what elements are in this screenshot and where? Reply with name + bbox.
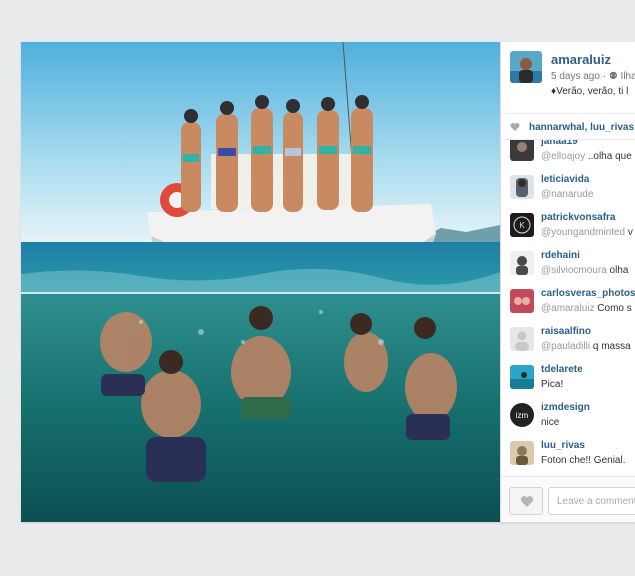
commenter-avatar[interactable]: [510, 365, 534, 389]
avatar-image: [510, 441, 534, 465]
commenter-avatar[interactable]: izm: [510, 403, 534, 427]
comment-item: luu_rivas Foton che!! Genial.: [501, 438, 635, 476]
comment-body: olha: [606, 265, 629, 276]
comment-text: @amaraluiz Como s: [541, 303, 632, 314]
comment-item: tdelarete Pica!: [501, 362, 635, 400]
comment-mention[interactable]: @elloajoy: [541, 151, 585, 162]
comment-input[interactable]: [548, 487, 635, 515]
comment-item: carlosveras_photos @amaraluiz Como s: [501, 286, 635, 324]
commenter-avatar[interactable]: [510, 140, 534, 161]
commenter-avatar[interactable]: [510, 251, 534, 275]
comment-mention[interactable]: @silviocmoura: [541, 265, 607, 276]
comment-item: leticiavida @nanarude: [501, 172, 635, 210]
commenter-username[interactable]: tdelarete: [541, 364, 583, 375]
comment-body: ..olha que: [585, 151, 632, 162]
commenter-username[interactable]: patrickvonsafra: [541, 212, 615, 223]
commenter-avatar[interactable]: [510, 441, 534, 465]
comment-text: Foton che!! Genial.: [541, 455, 626, 466]
likes-row: hannarwhal, luu_rivas: [501, 114, 635, 140]
comment-text: Pica!: [541, 379, 563, 390]
owner-avatar[interactable]: [510, 51, 542, 83]
comment-text: @youngandminted v: [541, 227, 633, 238]
post-caption: ♦Verão, verão, ti l: [551, 86, 629, 97]
comment-text: @pauladilli q massa: [541, 341, 631, 352]
comment-text: @elloajoy ..olha que: [541, 151, 632, 162]
comment-composer: [501, 476, 635, 522]
comment-item: rdehaini @silviocmoura olha: [501, 248, 635, 286]
commenter-username[interactable]: janaa19: [541, 140, 578, 147]
comment-body: nice: [541, 417, 560, 428]
commenter-username[interactable]: rdehaini: [541, 250, 580, 261]
commenter-avatar[interactable]: [510, 175, 534, 199]
commenter-username[interactable]: luu_rivas: [541, 440, 585, 451]
commenter-username[interactable]: carlosveras_photos: [541, 288, 635, 299]
comment-mention[interactable]: @amaraluiz: [541, 303, 595, 314]
like-button[interactable]: [509, 487, 543, 515]
comment-body: v: [625, 227, 633, 238]
avatar-image: [510, 289, 534, 313]
comment-text: @silviocmoura olha: [541, 265, 628, 276]
heart-icon: [510, 123, 520, 131]
izm-logo-icon: izm: [510, 403, 534, 427]
default-avatar-icon: [510, 327, 534, 351]
commenter-username[interactable]: leticiavida: [541, 174, 589, 185]
comment-body: Foton che!! Genial.: [541, 455, 626, 466]
instagram-post: amaraluiz 5 days ago · ⚉ Ilha ♦Verão, ve…: [21, 42, 635, 522]
comment-body: Como s: [594, 303, 632, 314]
post-meta: 5 days ago · ⚉ Ilha: [551, 71, 635, 82]
likers-list[interactable]: hannarwhal, luu_rivas: [529, 122, 634, 133]
owner-avatar-image: [510, 51, 542, 83]
comment-body: q massa: [590, 341, 631, 352]
comment-text: @nanarude: [541, 189, 593, 200]
comment-item: izm izmdesign nice: [501, 400, 635, 438]
owner-username[interactable]: amaraluiz: [551, 52, 611, 67]
avatar-image: K: [510, 213, 534, 237]
post-photo-image: [21, 42, 500, 522]
heart-icon: [520, 496, 534, 507]
commenter-username[interactable]: izmdesign: [541, 402, 590, 413]
avatar-image: [510, 365, 534, 389]
comment-item: janaa19 @elloajoy ..olha que: [501, 140, 635, 172]
comments-list[interactable]: janaa19 @elloajoy ..olha que leticiavida…: [501, 140, 635, 476]
comment-item: K patrickvonsafra @youngandminted v: [501, 210, 635, 248]
commenter-username[interactable]: raisaalfino: [541, 326, 591, 337]
comment-text: nice: [541, 417, 559, 428]
comment-item: raisaalfino @pauladilli q massa: [501, 324, 635, 362]
post-sidebar: amaraluiz 5 days ago · ⚉ Ilha ♦Verão, ve…: [500, 42, 635, 522]
commenter-avatar[interactable]: K: [510, 213, 534, 237]
comment-mention[interactable]: @nanarude: [541, 189, 593, 200]
post-photo[interactable]: [21, 42, 500, 522]
commenter-avatar[interactable]: [510, 327, 534, 351]
svg-text:izm: izm: [516, 411, 529, 420]
avatar-image: [510, 251, 534, 275]
comment-mention[interactable]: @youngandminted: [541, 227, 625, 238]
post-header: amaraluiz 5 days ago · ⚉ Ilha ♦Verão, ve…: [501, 42, 635, 114]
avatar-image: [510, 175, 534, 199]
avatar-image: [510, 140, 534, 161]
comment-body: Pica!: [541, 379, 564, 390]
svg-text:K: K: [519, 221, 525, 230]
commenter-avatar[interactable]: [510, 289, 534, 313]
comment-mention[interactable]: @pauladilli: [541, 341, 590, 352]
